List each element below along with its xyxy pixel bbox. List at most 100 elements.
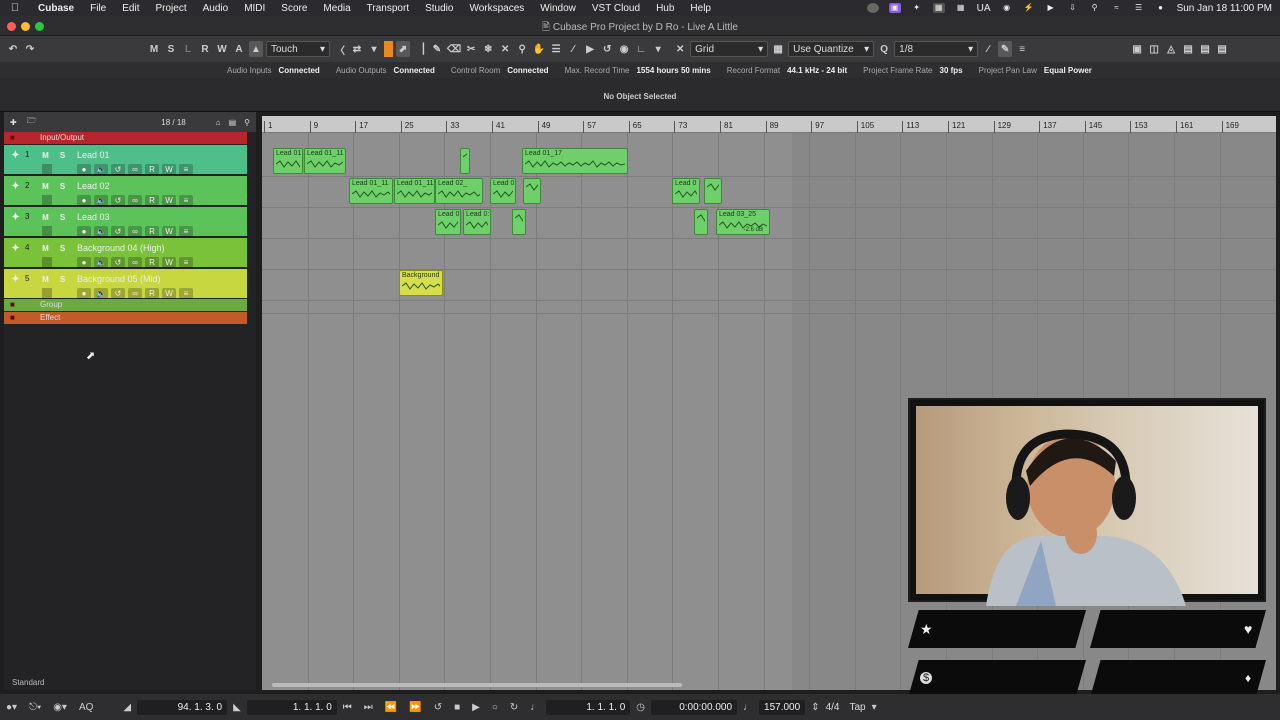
folder-icon[interactable]: 🗁 (27, 115, 37, 129)
play-button[interactable]: ▶ (472, 702, 480, 713)
write-button[interactable]: W (162, 288, 176, 299)
quantize-icon[interactable]: Q (877, 41, 891, 57)
mute-button[interactable]: M (39, 150, 52, 161)
line-tool-icon[interactable]: ∕ (566, 41, 580, 57)
audio-event[interactable]: Lead 03_25 -2.6 dB (716, 209, 770, 235)
track-2[interactable]: ✦ 2 M S Lead 02 ● 🔈 ↺ ∞ R W ≡ (4, 176, 247, 206)
dropdown-icon[interactable]: ▾ (367, 41, 381, 57)
listen-all-button[interactable]: L (181, 41, 195, 57)
audio-quantize-icon[interactable]: ✎ (998, 41, 1013, 57)
track-fold-icon[interactable] (42, 288, 52, 298)
go-to-start-icon[interactable]: ⏮ (343, 702, 352, 713)
track-list-menu-icon[interactable]: ▤ (229, 118, 237, 127)
record-icon[interactable]: ● (77, 164, 91, 175)
autoscroll-icon[interactable]: 〈 (333, 41, 347, 57)
track-menu-icon[interactable]: ≡ (179, 257, 193, 268)
audio-event[interactable]: Lead 0 (672, 178, 700, 204)
lane-icon[interactable]: ∞ (128, 257, 142, 268)
performance-icon[interactable]: ●▾ (6, 702, 17, 713)
edit-icon[interactable]: ↺ (111, 226, 125, 237)
tempo-icon[interactable]: ♩ (743, 702, 753, 713)
menu-app[interactable]: Cubase (30, 3, 82, 14)
rewind-icon[interactable]: ⏪ (385, 702, 397, 713)
audio-event[interactable]: Lead 02_ (435, 178, 483, 204)
audio-event[interactable] (512, 209, 526, 235)
record-status-icon[interactable] (866, 3, 879, 13)
read-button[interactable]: R (145, 257, 159, 268)
zoom-tool-icon[interactable]: ⚲ (515, 41, 529, 57)
menu-edit[interactable]: Edit (114, 3, 147, 14)
audio-event[interactable]: Lead 01 (273, 148, 303, 174)
tap-tempo-button[interactable]: Tap (849, 702, 865, 713)
track-5[interactable]: ✦ 5 M S Background 05 (Mid) ● 🔈 ↺ ∞ R W ≡ (4, 269, 247, 299)
record-button[interactable]: ○ (492, 702, 498, 713)
status-control-room-value[interactable]: Connected (507, 66, 548, 75)
monitor-icon[interactable]: 🔈 (94, 257, 108, 268)
primary-time-display[interactable]: 1. 1. 1. 0 (546, 699, 631, 715)
track-1[interactable]: ✦ 1 M S Lead 01 ● 🔈 ↺ ∞ R W ≡ (4, 145, 247, 175)
audio-event[interactable] (704, 178, 722, 204)
play-tool-icon[interactable]: ▶ (583, 41, 597, 57)
track-name[interactable]: Background 04 (High) (77, 243, 165, 253)
status-audio-inputs-value[interactable]: Connected (278, 66, 319, 75)
monitor-icon[interactable]: 🔈 (94, 226, 108, 237)
track-menu-icon[interactable]: ≡ (179, 288, 193, 299)
snap-type-select[interactable]: Grid ▾ (690, 41, 769, 57)
record-enable-icon[interactable]: ✦ (9, 212, 22, 223)
timewarp-tool-icon[interactable]: ↺ (600, 41, 614, 57)
record-enable-icon[interactable]: ✦ (9, 243, 22, 254)
track-4[interactable]: ✦ 4 M S Background 04 (High) ● 🔈 ↺ ∞ R W ≡ (4, 238, 247, 268)
tempo-stepper-icon[interactable]: ⇕ (811, 702, 819, 713)
grid-icon[interactable]: ▦ (955, 3, 967, 13)
grid-snap-icon[interactable]: ▦ (771, 41, 785, 57)
forward-icon[interactable]: ⏩ (409, 702, 421, 713)
status-record-time-value[interactable]: 1554 hours 50 mins (636, 66, 710, 75)
solo-button[interactable]: S (56, 274, 69, 285)
monitor-icon[interactable]: 🔈 (94, 164, 108, 175)
status-frame-rate-value[interactable]: 30 fps (940, 66, 963, 75)
cycle-icon[interactable]: ↺ (434, 702, 442, 713)
record-enable-icon[interactable]: ✦ (9, 181, 22, 192)
automation-button[interactable]: A (232, 41, 246, 57)
mute-button[interactable]: M (39, 181, 52, 192)
track-menu-icon[interactable]: ≡ (179, 226, 193, 237)
setup-icon[interactable]: ▤ (1215, 41, 1229, 57)
record-icon[interactable]: ● (77, 226, 91, 237)
menu-midi[interactable]: MIDI (236, 3, 273, 14)
audio-event[interactable]: Lead 0 (435, 209, 461, 235)
marker-icon[interactable]: ♩ (530, 702, 540, 713)
track-name[interactable]: Lead 02 (77, 181, 110, 191)
audio-event[interactable] (460, 148, 470, 174)
tap-dropdown-icon[interactable]: ▾ (872, 702, 877, 713)
track-menu-icon[interactable]: ≡ (179, 164, 193, 175)
write-button[interactable]: W (162, 226, 176, 237)
record-icon[interactable]: ● (77, 195, 91, 206)
undo-icon[interactable]: ↶ (6, 41, 20, 57)
metronome-icon[interactable]: ◉▾ (53, 702, 67, 713)
play-circle-icon[interactable]: ▶ (1045, 3, 1057, 13)
track-menu-icon[interactable]: ≡ (179, 195, 193, 206)
draw-tool-icon[interactable]: ✎ (430, 41, 444, 57)
track-fold-icon[interactable] (42, 164, 52, 174)
status-pan-law-value[interactable]: Equal Power (1044, 66, 1092, 75)
siri-icon[interactable]: ● (1155, 3, 1167, 13)
wifi-icon[interactable]: ≈ (1111, 3, 1123, 13)
add-track-icon[interactable]: ✚ (10, 118, 17, 127)
track-name[interactable]: Background 05 (Mid) (77, 274, 161, 284)
audio-event[interactable]: Lead 0 (490, 178, 516, 204)
glue-tool-icon[interactable]: ❄ (481, 41, 495, 57)
search-icon[interactable]: ⚲ (1089, 3, 1101, 13)
automation-mode-icon[interactable]: ▲ (249, 41, 263, 57)
record-enable-icon[interactable]: ✦ (9, 150, 22, 161)
lane-icon[interactable]: ∞ (128, 226, 142, 237)
inspector-icon[interactable]: ▤ (1198, 41, 1212, 57)
menu-studio[interactable]: Studio (417, 3, 461, 14)
solo-button[interactable]: S (56, 212, 69, 223)
folder-group[interactable]: ■ Group (4, 299, 247, 311)
color-tool-icon[interactable]: ◉ (617, 41, 631, 57)
monitor-icon[interactable]: 🔈 (94, 288, 108, 299)
search-icon[interactable]: ⚲ (244, 118, 250, 127)
menu-media[interactable]: Media (315, 3, 358, 14)
midi-event[interactable]: Background (399, 270, 443, 296)
menu-file[interactable]: File (82, 3, 114, 14)
